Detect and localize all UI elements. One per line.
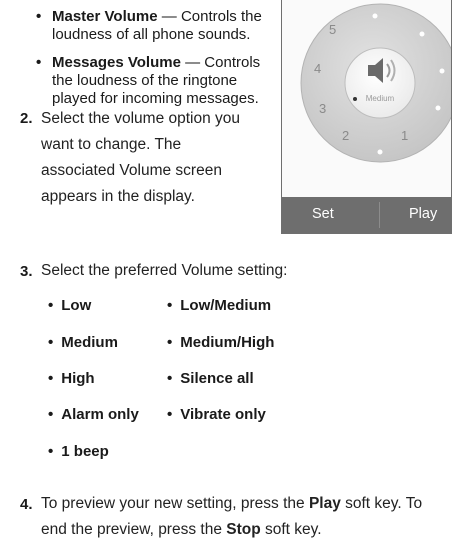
option-item: • Medium: [48, 334, 118, 351]
dial-center: [344, 47, 416, 119]
step-line: associated Volume screen: [41, 162, 222, 179]
bullet-messages-volume: • Messages Volume — Controls the loudnes…: [36, 54, 261, 108]
set-softkey[interactable]: Set: [312, 206, 334, 222]
play-term: Play: [308, 495, 341, 512]
dial-number-3: 3: [319, 101, 326, 116]
bullet-term: Messages Volume: [52, 54, 181, 71]
bullet-desc: the loudness of the ringtone: [52, 72, 238, 89]
step-line: appears in the display.: [41, 188, 195, 205]
bullet-dot: •: [36, 8, 42, 25]
volume-dial: 5 4 3 2 1 Medium: [300, 3, 451, 163]
dial-indicator: [353, 97, 357, 101]
dial-dot: [372, 13, 378, 19]
option-item: • Silence all: [167, 370, 254, 387]
bullet-master-volume: • Master Volume — Controls the loudness …: [36, 8, 262, 44]
step-number: 3.: [20, 263, 33, 280]
step-number: 4.: [20, 496, 33, 513]
bullet-term: Master Volume: [52, 8, 158, 25]
dial-dot: [435, 105, 441, 111]
option-item: • Low: [48, 297, 92, 314]
softkey-bar: Set Play: [282, 197, 451, 233]
step-line: want to change. The: [41, 136, 182, 153]
bullet-dot: •: [36, 54, 42, 71]
bullet-desc: Controls: [204, 54, 261, 71]
option-item: • 1 beep: [48, 443, 109, 460]
bullet-desc: loudness of all phone sounds.: [52, 26, 251, 43]
dial-dot: [377, 149, 383, 155]
option-item: • Medium/High: [167, 334, 275, 351]
dial-number-1: 1: [401, 128, 408, 143]
bullet-dash: —: [180, 54, 205, 71]
option-item: • Vibrate only: [167, 406, 266, 423]
step3-text: Select the preferred Volume setting:: [41, 262, 288, 279]
phone-volume-screen: 5 4 3 2 1 Medium Set Play: [281, 0, 452, 234]
dial-dot: [439, 68, 445, 74]
option-item: • High: [48, 370, 95, 387]
dial-dot: [419, 31, 425, 37]
softkey-divider: [379, 202, 380, 228]
dial-number-2: 2: [342, 128, 349, 143]
option-item: • Low/Medium: [167, 297, 272, 314]
step4-text: To preview your new setting, press the P…: [41, 495, 423, 538]
bullet-desc: Controls the: [180, 8, 262, 25]
bullet-dash: —: [157, 8, 181, 25]
play-softkey[interactable]: Play: [409, 206, 437, 222]
bullet-desc: played for incoming messages.: [52, 90, 259, 107]
option-item: • Alarm only: [48, 406, 139, 423]
center-label: Medium: [366, 94, 395, 103]
step2-text: Select the volume option you want to cha…: [41, 106, 240, 210]
step-number: 2.: [20, 110, 33, 127]
step-line: Select the volume option you: [41, 110, 241, 127]
dial-number-4: 4: [314, 61, 321, 76]
dial-number-5: 5: [329, 22, 336, 37]
stop-term: Stop: [226, 521, 261, 538]
